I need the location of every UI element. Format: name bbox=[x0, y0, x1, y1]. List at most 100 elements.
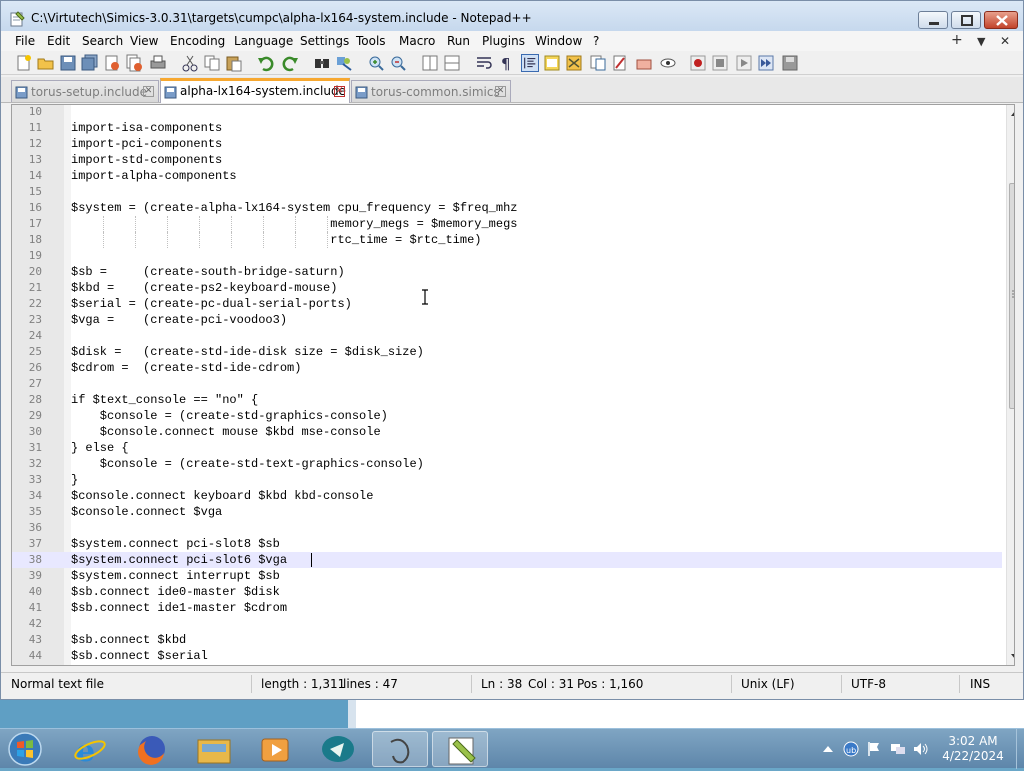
code-line[interactable]: 24 bbox=[12, 328, 1002, 344]
code-line[interactable]: 38 $system.connect pci-slot6 $vga bbox=[12, 552, 1002, 568]
tab-torus-setup-include[interactable]: torus-setup.include ✕ bbox=[11, 80, 159, 102]
show-desktop-button[interactable] bbox=[1016, 729, 1024, 769]
code-line[interactable]: 37 $system.connect pci-slot8 $sb bbox=[12, 536, 1002, 552]
zoom-in-icon[interactable] bbox=[367, 54, 385, 72]
menu-encoding[interactable]: Encoding bbox=[170, 34, 225, 48]
replace-icon[interactable] bbox=[335, 54, 353, 72]
code-line[interactable]: 14 import-alpha-components bbox=[12, 168, 1002, 184]
tab-torus-common-simics[interactable]: torus-common.simics ✕ bbox=[351, 80, 511, 102]
code-line[interactable]: 40 $sb.connect ide0-master $disk bbox=[12, 584, 1002, 600]
tab-close-icon[interactable]: ✕ bbox=[334, 86, 345, 97]
volume-icon[interactable] bbox=[913, 741, 929, 757]
code-line[interactable]: 27 bbox=[12, 376, 1002, 392]
code-line[interactable]: 19 bbox=[12, 248, 1002, 264]
code-line[interactable]: 36 bbox=[12, 520, 1002, 536]
text-editor[interactable]: 10 11 import-isa-components 12 import-pci-co… bbox=[11, 104, 1015, 666]
menu-language[interactable]: Language bbox=[234, 34, 293, 48]
code-line[interactable]: 21 $kbd = (create-ps2-keyboard-mouse) bbox=[12, 280, 1002, 296]
taskbar-file-explorer[interactable] bbox=[186, 731, 242, 767]
undo-icon[interactable] bbox=[257, 54, 275, 72]
windows-start-icon[interactable] bbox=[6, 731, 44, 767]
code-line[interactable]: 43 $sb.connect $kbd bbox=[12, 632, 1002, 648]
cut-icon[interactable] bbox=[181, 54, 199, 72]
tab-list-dropdown[interactable]: ▼ bbox=[977, 35, 985, 48]
indent-guide-icon[interactable] bbox=[521, 54, 539, 72]
code-line[interactable]: 32 $console = (create-std-text-graphics-… bbox=[12, 456, 1002, 472]
close-document-button[interactable]: ✕ bbox=[1000, 34, 1010, 48]
code-line[interactable]: 30 $console.connect mouse $kbd mse-conso… bbox=[12, 424, 1002, 440]
taskbar-app-icon[interactable] bbox=[372, 731, 428, 767]
code-line[interactable]: 34 $console.connect keyboard $kbd kbd-con… bbox=[12, 488, 1002, 504]
system-clock[interactable]: 3:02 AM 4/22/2024 bbox=[940, 734, 1006, 764]
code-line[interactable]: 17 memory_megs = $memory_megs bbox=[12, 216, 1002, 232]
code-line[interactable]: 16 $system = (create-alpha-lx164-system c… bbox=[12, 200, 1002, 216]
monitoring-icon[interactable] bbox=[635, 54, 653, 72]
menu-help[interactable]: ? bbox=[593, 34, 599, 48]
function-list-icon[interactable] bbox=[589, 54, 607, 72]
code-line[interactable]: 28 if $text_console == "no" { bbox=[12, 392, 1002, 408]
code-line[interactable]: 12 import-pci-components bbox=[12, 136, 1002, 152]
code-line[interactable]: 20 $sb = (create-south-bridge-saturn) bbox=[12, 264, 1002, 280]
open-file-icon[interactable] bbox=[37, 54, 55, 72]
user-defined-language-icon[interactable] bbox=[543, 54, 561, 72]
network-badge-icon[interactable]: ub bbox=[843, 741, 859, 757]
code-line[interactable]: 41 $sb.connect ide1-master $cdrom bbox=[12, 600, 1002, 616]
taskbar-media-player[interactable] bbox=[248, 731, 304, 767]
paste-icon[interactable] bbox=[225, 54, 243, 72]
scroll-up-icon[interactable] bbox=[1010, 109, 1015, 117]
code-line[interactable]: 10 bbox=[12, 105, 1002, 120]
scroll-down-icon[interactable] bbox=[1010, 653, 1015, 661]
menu-settings[interactable]: Settings bbox=[300, 34, 349, 48]
network-icon[interactable] bbox=[890, 741, 906, 757]
save-all-icon[interactable] bbox=[81, 54, 99, 72]
taskbar-internet-explorer[interactable]: e bbox=[62, 731, 118, 769]
stop-macro-icon[interactable] bbox=[711, 54, 729, 72]
code-line[interactable]: 25 $disk = (create-std-ide-disk size = $d… bbox=[12, 344, 1002, 360]
new-file-icon[interactable] bbox=[15, 54, 33, 72]
code-line[interactable]: 22 $serial = (create-pc-dual-serial-ports… bbox=[12, 296, 1002, 312]
preview-icon[interactable] bbox=[659, 54, 677, 72]
code-line[interactable]: 39 $system.connect interrupt $sb bbox=[12, 568, 1002, 584]
code-line[interactable]: 26 $cdrom = (create-std-ide-cdrom) bbox=[12, 360, 1002, 376]
scrollbar-thumb[interactable] bbox=[1009, 183, 1014, 409]
code-line[interactable]: 42 bbox=[12, 616, 1002, 632]
code-area[interactable]: 10 11 import-isa-components 12 import-pci-co… bbox=[12, 105, 1002, 664]
menu-view[interactable]: View bbox=[130, 34, 158, 48]
run-macro-multiple-icon[interactable] bbox=[757, 54, 775, 72]
doc-map-icon[interactable] bbox=[565, 54, 583, 72]
close-file-icon[interactable] bbox=[103, 54, 121, 72]
code-line[interactable]: 13 import-std-components bbox=[12, 152, 1002, 168]
tab-close-icon[interactable]: ✕ bbox=[495, 86, 506, 97]
menu-run[interactable]: Run bbox=[447, 34, 470, 48]
menu-window[interactable]: Window bbox=[535, 34, 582, 48]
code-line[interactable]: 31} else { bbox=[12, 440, 1002, 456]
copy-icon[interactable] bbox=[203, 54, 221, 72]
new-tab-button[interactable]: + bbox=[951, 32, 963, 48]
code-line[interactable]: 11 import-isa-components bbox=[12, 120, 1002, 136]
word-wrap-icon[interactable] bbox=[475, 54, 493, 72]
minimize-button[interactable] bbox=[918, 11, 948, 29]
close-button[interactable] bbox=[984, 11, 1018, 29]
show-hidden-icons-icon[interactable] bbox=[820, 741, 836, 757]
print-icon[interactable] bbox=[149, 54, 167, 72]
code-line[interactable]: 29 $console = (create-std-graphics-conso… bbox=[12, 408, 1002, 424]
menu-edit[interactable]: Edit bbox=[47, 34, 70, 48]
taskbar-app-icon[interactable] bbox=[310, 731, 366, 767]
code-line[interactable]: 23 $vga = (create-pci-voodoo3) bbox=[12, 312, 1002, 328]
code-line[interactable]: 33} bbox=[12, 472, 1002, 488]
action-center-flag-icon[interactable] bbox=[866, 741, 882, 757]
redo-icon[interactable] bbox=[281, 54, 299, 72]
sync-vertical-icon[interactable] bbox=[421, 54, 439, 72]
close-all-icon[interactable] bbox=[125, 54, 143, 72]
folder-as-workspace-icon[interactable] bbox=[611, 54, 629, 72]
save-icon[interactable] bbox=[59, 54, 77, 72]
menu-search[interactable]: Search bbox=[82, 34, 123, 48]
show-all-chars-icon[interactable]: ¶ bbox=[497, 54, 515, 72]
menu-macro[interactable]: Macro bbox=[399, 34, 435, 48]
find-icon[interactable] bbox=[313, 54, 331, 72]
save-macro-icon[interactable] bbox=[781, 54, 799, 72]
vertical-scrollbar[interactable] bbox=[1006, 105, 1015, 665]
zoom-out-icon[interactable] bbox=[389, 54, 407, 72]
play-macro-icon[interactable] bbox=[735, 54, 753, 72]
menu-tools[interactable]: Tools bbox=[356, 34, 386, 48]
